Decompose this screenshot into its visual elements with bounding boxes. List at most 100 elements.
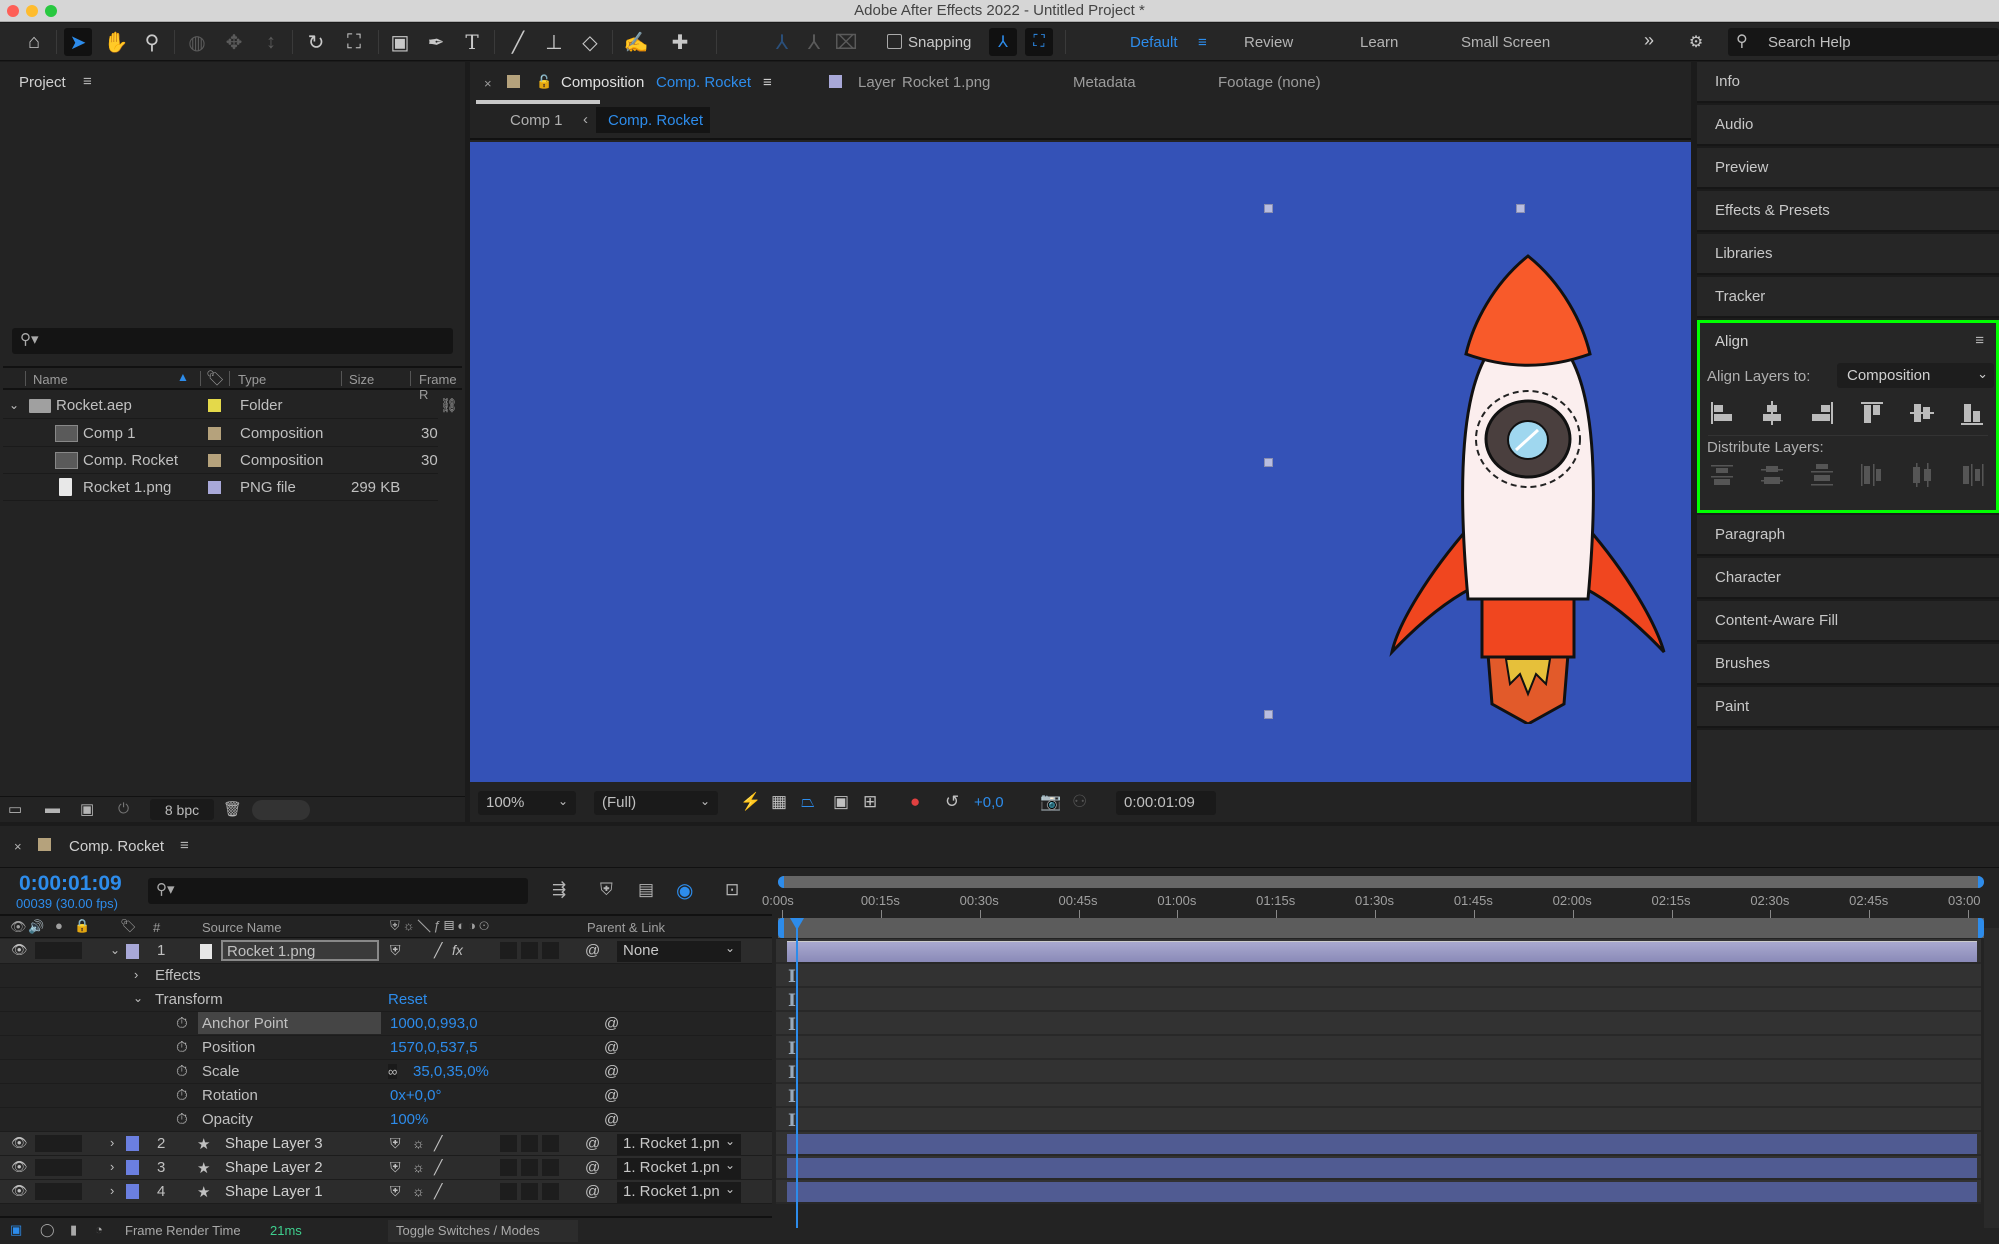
chevron-right-icon[interactable]: › xyxy=(110,1135,114,1150)
toggle-switches-modes-button[interactable]: Toggle Switches / Modes xyxy=(388,1220,578,1242)
tab-menu-icon[interactable]: ≡ xyxy=(763,74,772,91)
distribute-left-icon[interactable] xyxy=(1858,461,1886,489)
workspace-default[interactable]: Default xyxy=(1130,34,1178,51)
collapse-switch-icon[interactable]: ☼ xyxy=(412,1183,425,1199)
reset-transform-link[interactable]: Reset xyxy=(388,991,427,1008)
hand-tool-icon[interactable]: ✋ xyxy=(102,28,130,56)
fast-previews-icon[interactable]: ⚡ xyxy=(740,792,761,812)
column-name[interactable]: Name xyxy=(33,372,68,387)
tab-layer-prefix[interactable]: Layer xyxy=(858,74,896,91)
shy-switch-icon[interactable]: ⛨ xyxy=(390,942,401,959)
transparency-grid-icon[interactable]: ▦ xyxy=(771,792,787,812)
3d-layer-toggle[interactable] xyxy=(542,1159,559,1176)
magnification-dropdown[interactable]: 100% ⌄ xyxy=(478,791,576,815)
trash-icon[interactable]: 🗑 xyxy=(223,800,242,818)
thumbnail-size-slider[interactable] xyxy=(252,800,310,820)
pan-behind-tool-icon[interactable]: ⛶ xyxy=(340,28,368,56)
chevron-right-icon[interactable]: › xyxy=(110,1159,114,1174)
lock-toggle[interactable] xyxy=(65,1159,82,1176)
panel-character[interactable]: Character xyxy=(1697,558,1999,599)
render-time-icon[interactable]: ◔ xyxy=(95,1222,103,1237)
color-channels-icon[interactable]: ● xyxy=(910,792,920,812)
label-color-swatch[interactable] xyxy=(208,481,221,494)
workspace-review[interactable]: Review xyxy=(1244,34,1293,51)
transform-handle[interactable] xyxy=(1264,710,1273,719)
column-size[interactable]: Size xyxy=(349,372,374,387)
panel-libraries[interactable]: Libraries xyxy=(1697,234,1999,275)
align-horizontal-center-icon[interactable] xyxy=(1758,399,1786,427)
layer-duration-bar[interactable] xyxy=(787,1182,1977,1202)
pick-whip-icon[interactable]: @ xyxy=(585,1183,600,1200)
adjustment-layer-toggle[interactable] xyxy=(521,1135,538,1152)
adjustment-layer-toggle[interactable] xyxy=(521,1183,538,1200)
label-tag-icon[interactable]: 🏷 xyxy=(206,369,225,387)
timeline-scrollbar[interactable] xyxy=(1984,928,1999,1228)
align-vertical-center-icon[interactable] xyxy=(1908,399,1936,427)
stopwatch-icon[interactable]: ⏱ xyxy=(176,1063,188,1080)
label-color-swatch[interactable] xyxy=(208,399,221,412)
chevron-down-icon[interactable]: ⌄ xyxy=(133,991,143,1005)
quality-switch-icon[interactable]: ╱ xyxy=(434,1135,442,1152)
project-item[interactable]: Rocket 1.png PNG file 299 KB xyxy=(3,474,438,501)
panel-info[interactable]: Info xyxy=(1697,62,1999,103)
render-settings-icon[interactable]: ⏻ xyxy=(118,800,129,817)
brush-tool-icon[interactable]: ╱ xyxy=(504,28,532,56)
source-name-header[interactable]: Source Name xyxy=(202,920,281,935)
workspace-settings-icon[interactable]: ⚙ xyxy=(1682,28,1710,56)
motion-blur-toggle[interactable] xyxy=(500,1159,517,1176)
workspace-menu-icon[interactable]: ≡ xyxy=(1198,34,1207,51)
lock-icon[interactable]: 🔓 xyxy=(536,74,552,90)
layer-label-color[interactable] xyxy=(126,944,139,959)
composition-canvas[interactable] xyxy=(470,142,1691,782)
panel-preview[interactable]: Preview xyxy=(1697,148,1999,189)
panel-tracker[interactable]: Tracker xyxy=(1697,277,1999,318)
3d-layer-toggle[interactable] xyxy=(542,942,559,959)
expression-pick-whip-icon[interactable]: @ xyxy=(604,1063,619,1080)
current-time[interactable]: 0:00:01:09 xyxy=(19,872,122,896)
align-right-icon[interactable] xyxy=(1808,399,1836,427)
time-navigator-end-handle[interactable] xyxy=(1978,876,1984,888)
distribute-right-icon[interactable] xyxy=(1958,461,1986,489)
motion-blur-toggle[interactable] xyxy=(500,1135,517,1152)
transform-handle[interactable] xyxy=(1264,458,1273,467)
orbit-camera-icon[interactable]: ◍ xyxy=(183,28,211,56)
layer-name[interactable]: Shape Layer 1 xyxy=(225,1183,323,1200)
layer-label-color[interactable] xyxy=(126,1160,139,1175)
layer-row[interactable]: 👁 › 3 ★ Shape Layer 2 ⛨ ☼ ╱ @ 1. Rocket … xyxy=(0,1156,772,1180)
property-row[interactable]: ⏱ Position 1570,0,537,5 @ xyxy=(0,1036,772,1060)
layer-name[interactable]: Shape Layer 2 xyxy=(225,1159,323,1176)
snapshot-icon[interactable]: 📷 xyxy=(1040,792,1061,812)
world-axis-icon[interactable]: ⅄ xyxy=(800,28,828,56)
property-value[interactable]: 1570,0,537,5 xyxy=(390,1039,478,1056)
tab-composition-prefix[interactable]: Composition xyxy=(561,74,644,91)
in-out-icon[interactable]: ▮ xyxy=(70,1222,77,1238)
property-value[interactable]: 1000,0,993,0 xyxy=(390,1015,478,1032)
expression-pick-whip-icon[interactable]: @ xyxy=(604,1111,619,1128)
distribute-bottom-icon[interactable] xyxy=(1808,461,1836,489)
breadcrumb-comp-1[interactable]: Comp 1 xyxy=(510,112,563,129)
snap-edges-icon[interactable]: ⅄ xyxy=(989,28,1017,56)
property-value[interactable]: 35,0,35,0% xyxy=(413,1063,489,1080)
timeline-menu-icon[interactable]: ≡ xyxy=(180,837,189,854)
timeline-comp-tab[interactable]: Comp. Rocket xyxy=(69,838,164,855)
tab-layer-name[interactable]: Rocket 1.png xyxy=(902,74,990,91)
project-search-input[interactable]: ⚲▾ xyxy=(12,328,453,354)
quality-switch-icon[interactable]: ╱ xyxy=(434,942,442,959)
parent-dropdown[interactable]: 1. Rocket 1.pn ⌄ xyxy=(617,1182,741,1203)
lock-toggle[interactable] xyxy=(65,1135,82,1152)
chevron-right-icon[interactable]: › xyxy=(110,1183,114,1198)
eye-icon[interactable]: 👁 xyxy=(11,942,28,958)
frame-blending-icon[interactable]: ◉ xyxy=(676,878,693,903)
adjustment-layer-toggle[interactable] xyxy=(521,942,538,959)
3d-layer-toggle[interactable] xyxy=(542,1135,559,1152)
distribute-horizontal-center-icon[interactable] xyxy=(1908,461,1936,489)
parent-dropdown[interactable]: 1. Rocket 1.pn ⌄ xyxy=(617,1134,741,1155)
label-header-icon[interactable]: 🏷 xyxy=(120,918,137,934)
layer-name[interactable]: Shape Layer 3 xyxy=(225,1135,323,1152)
eraser-tool-icon[interactable]: ◇ xyxy=(576,28,604,56)
composition-flowchart-icon[interactable]: ⇶ xyxy=(552,880,566,900)
property-row[interactable]: ⏱ Opacity 100% @ xyxy=(0,1108,772,1132)
layer-duration-bar[interactable] xyxy=(787,1158,1977,1178)
search-help-field[interactable]: ⚲ Search Help xyxy=(1728,28,1999,56)
show-snapshot-icon[interactable]: ⚇ xyxy=(1072,792,1087,812)
